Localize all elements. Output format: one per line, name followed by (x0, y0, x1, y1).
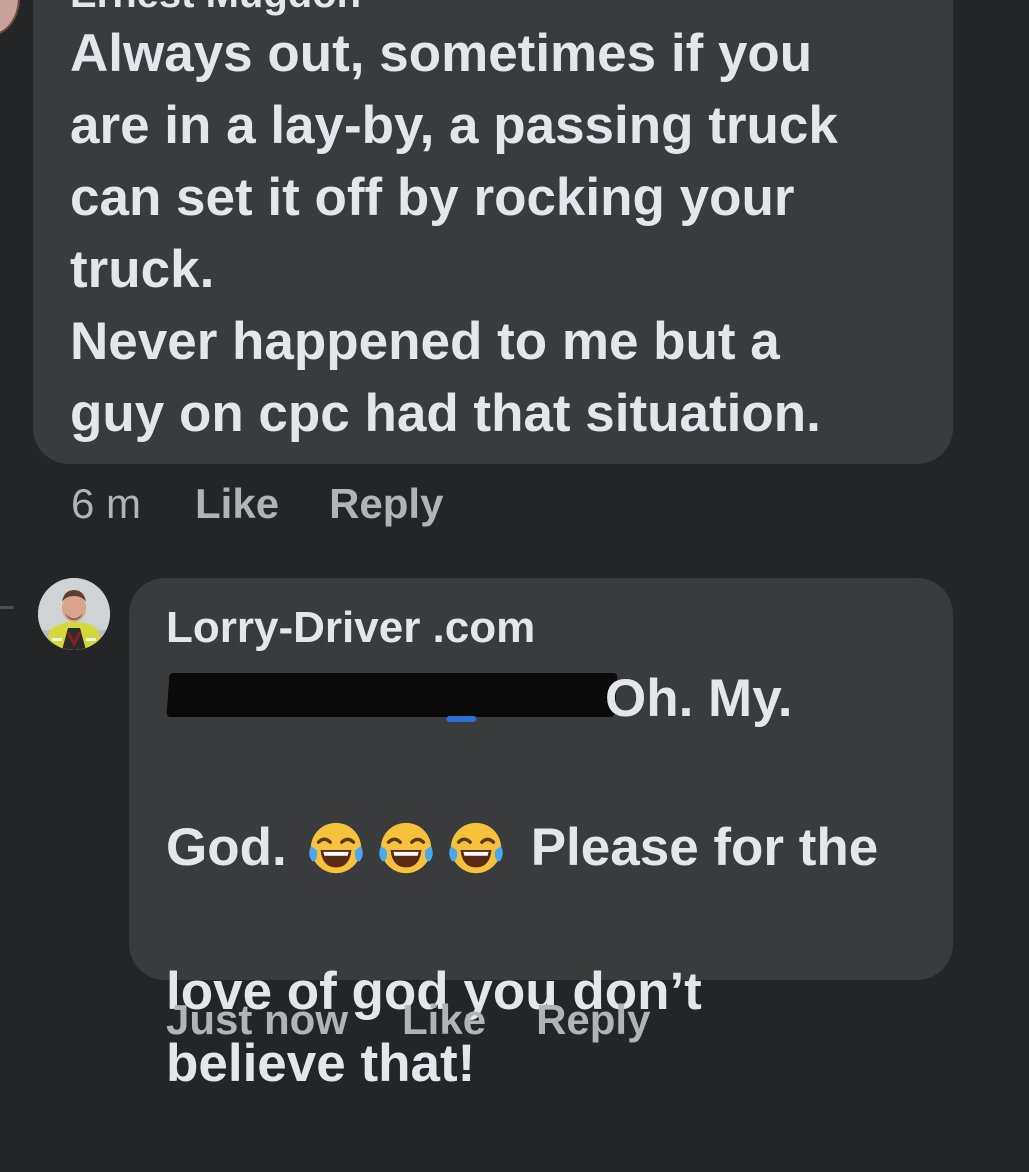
avatar-photo-icon (38, 578, 110, 650)
reply-text-line-1: Oh. My. (605, 669, 793, 728)
reply-text-segment: God. (166, 818, 287, 877)
reply-author-avatar[interactable] (38, 578, 110, 650)
comment-text: Always out, sometimes if you are in a la… (70, 24, 838, 443)
thread-connector-line (0, 606, 14, 609)
commenter-avatar[interactable] (0, 0, 20, 36)
like-button[interactable]: Like (402, 996, 486, 1044)
reply-text-line-2: God. Please for the (166, 812, 936, 884)
reply-author-name[interactable]: Lorry-Driver .com (166, 603, 535, 653)
comment-author-name[interactable]: Ernest Mugdon (70, 0, 361, 17)
face-with-tears-of-joy-icon (448, 822, 503, 874)
face-with-tears-of-joy-icon (308, 822, 363, 874)
like-button[interactable]: Like (195, 480, 279, 528)
reply-timestamp[interactable]: Just now (166, 996, 348, 1044)
reply-actions: Just now Like Reply (166, 996, 650, 1044)
reply-text-segment: Please for the (530, 818, 879, 877)
emoji-group (305, 817, 515, 879)
reply-button[interactable]: Reply (329, 480, 443, 528)
comment-timestamp[interactable]: 6 m (71, 480, 141, 528)
reply-text: God. Please for the love of god you don’… (166, 740, 936, 1172)
face-with-tears-of-joy-icon (378, 822, 433, 874)
redaction-mark (166, 673, 618, 717)
reply-button[interactable]: Reply (536, 996, 650, 1044)
comment-actions: 6 m Like Reply (71, 480, 443, 528)
